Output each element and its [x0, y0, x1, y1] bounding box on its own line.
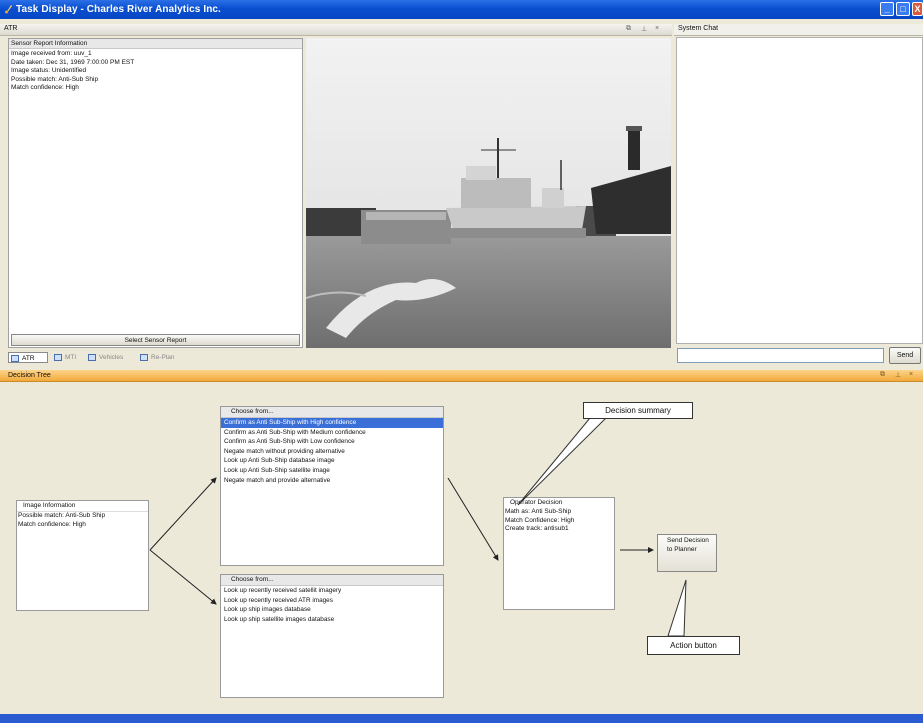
system-chat-header: System Chat	[674, 24, 923, 36]
atr-panel-header: ATR ⧉ ⊥ ×	[0, 24, 672, 36]
sensor-image	[306, 38, 671, 348]
tab-vehicles[interactable]: Vehicles	[86, 352, 136, 363]
app-icon	[5, 5, 12, 14]
re-plan-tab-icon	[140, 354, 148, 361]
sensor-report-panel: Sensor Report Information Image received…	[8, 38, 303, 348]
system-chat-title: System Chat	[678, 25, 719, 32]
select-sensor-report-button[interactable]: Select Sensor Report	[11, 334, 300, 346]
pin-icon[interactable]: ⊥	[641, 25, 647, 33]
decision-flow-arrows	[149, 417, 687, 637]
bottom-bar	[0, 714, 923, 723]
minimize-button[interactable]: _	[880, 2, 894, 16]
title-bar: Task Display - Charles River Analytics I…	[0, 0, 923, 19]
sensor-line-source: Image received from: uuv_1	[11, 50, 92, 57]
sensor-report-header: Sensor Report Information	[9, 39, 302, 49]
chat-input[interactable]	[677, 348, 884, 363]
dt-float-icon[interactable]: ⧉	[880, 371, 885, 379]
action-button-callout: Action button	[647, 636, 740, 655]
close-panel-icon[interactable]: ×	[655, 25, 659, 32]
send-chat-button[interactable]: Send	[889, 347, 921, 364]
maximize-button[interactable]: □	[896, 2, 910, 16]
atr-panel-title: ATR	[4, 25, 18, 32]
atr-tab-icon	[11, 355, 19, 362]
tab-bar: ATR MTI Vehicles Re-Plan	[8, 352, 308, 363]
window-title: Task Display - Charles River Analytics I…	[16, 4, 221, 15]
mti-tab-icon	[54, 354, 62, 361]
decision-tree-header: Decision Tree ⧉ ⊥ ×	[0, 370, 923, 382]
float-icon[interactable]: ⧉	[626, 25, 631, 33]
decision-tree-title: Decision Tree	[8, 372, 51, 379]
sensor-line-confidence: Match confidence: High	[11, 84, 79, 91]
tab-re-plan[interactable]: Re-Plan	[138, 352, 186, 363]
dt-close-icon[interactable]: ×	[909, 371, 913, 378]
decision-summary-callout: Decision summary	[583, 402, 693, 419]
dt-pin-icon[interactable]: ⊥	[895, 371, 901, 379]
system-chat-log	[676, 37, 923, 344]
vehicles-tab-icon	[88, 354, 96, 361]
sensor-line-status: Image status: Unidentified	[11, 67, 87, 74]
tab-mti[interactable]: MTI	[52, 352, 84, 363]
sensor-line-date: Date taken: Dec 31, 1969 7:00:00 PM EST	[11, 58, 135, 66]
close-button[interactable]: X	[912, 2, 923, 16]
sensor-line-match: Possible match: Anti-Sub Ship	[11, 75, 99, 83]
tab-atr[interactable]: ATR	[8, 352, 48, 363]
